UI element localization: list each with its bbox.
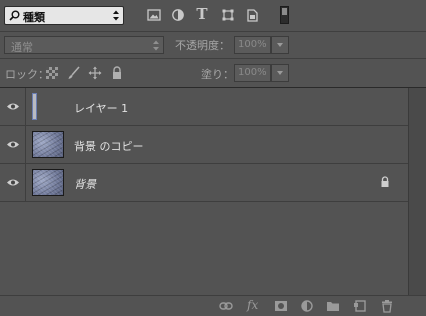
fill-value: 100% — [238, 67, 267, 78]
layer-name: レイヤー 1 — [74, 102, 129, 115]
new-adjustment-layer-icon[interactable] — [300, 299, 314, 313]
chevron-down-icon — [277, 43, 283, 47]
eye-icon — [7, 103, 19, 110]
shape-filter-icon[interactable] — [220, 7, 236, 23]
type-filter-icon[interactable]: T — [194, 6, 210, 22]
layer-style-button[interactable]: fx — [247, 298, 261, 312]
layer-thumbnail — [32, 169, 64, 196]
lock-image-pixels-icon[interactable] — [67, 66, 81, 80]
link-layers-icon[interactable] — [219, 299, 233, 313]
fill-label: 塗り： — [201, 68, 234, 81]
filter-toggle-switch[interactable] — [280, 6, 289, 24]
opacity-value: 100% — [238, 39, 267, 50]
opacity-label: 不透明度： — [175, 39, 230, 52]
visibility-toggle[interactable] — [0, 164, 26, 202]
layer-row[interactable]: 背景 — [0, 164, 408, 202]
layer-thumbnail — [32, 93, 37, 120]
chevron-updown-icon — [113, 10, 119, 21]
layer-row[interactable]: 背景 のコピー — [0, 126, 408, 164]
layer-thumbnail — [32, 131, 64, 158]
eye-icon — [7, 141, 19, 148]
layers-panel: 種類 T 通常 不透明度： 100% ロック： 塗り： 100% レイヤー 1 … — [0, 0, 426, 316]
visibility-toggle[interactable] — [0, 88, 26, 126]
add-mask-icon[interactable] — [274, 299, 288, 313]
layer-name: 背景 — [74, 178, 96, 191]
filter-kind-label: 種類 — [23, 11, 45, 24]
lock-options-row: ロック： 塗り： 100% — [0, 59, 426, 88]
layers-bottom-toolbar: fx — [0, 295, 426, 316]
new-group-icon[interactable] — [326, 299, 340, 313]
chevron-down-icon — [277, 71, 283, 75]
opacity-dropdown-button[interactable] — [271, 36, 289, 54]
fill-dropdown-button[interactable] — [271, 64, 289, 82]
chevron-updown-icon — [153, 40, 159, 51]
lock-icon — [381, 176, 389, 187]
adjustment-filter-icon[interactable] — [170, 7, 186, 23]
lock-position-icon[interactable] — [88, 66, 102, 80]
smart-object-filter-icon[interactable] — [244, 7, 260, 23]
opacity-field[interactable]: 100% — [234, 36, 271, 54]
layer-name: 背景 のコピー — [74, 140, 144, 153]
blend-options-row: 通常 不透明度： 100% — [0, 32, 426, 59]
toggle-knob — [282, 8, 287, 15]
search-icon — [9, 10, 20, 21]
image-filter-icon[interactable] — [146, 7, 162, 23]
fill-field[interactable]: 100% — [234, 64, 271, 82]
layer-filter-bar: 種類 T — [0, 0, 426, 32]
new-layer-icon[interactable] — [353, 299, 367, 313]
delete-layer-icon[interactable] — [380, 299, 394, 313]
lock-transparency-icon[interactable] — [45, 66, 59, 80]
layers-list: レイヤー 1 背景 のコピー 背景 — [0, 88, 408, 295]
blend-mode-select[interactable]: 通常 — [4, 36, 164, 54]
lock-all-icon[interactable] — [110, 66, 124, 80]
layers-scrollbar[interactable] — [408, 88, 426, 295]
layer-row[interactable]: レイヤー 1 — [0, 88, 408, 126]
filter-kind-select[interactable]: 種類 — [4, 6, 124, 25]
blend-mode-value: 通常 — [11, 41, 33, 54]
lock-label: ロック： — [5, 68, 49, 81]
visibility-toggle[interactable] — [0, 126, 26, 164]
eye-icon — [7, 179, 19, 186]
